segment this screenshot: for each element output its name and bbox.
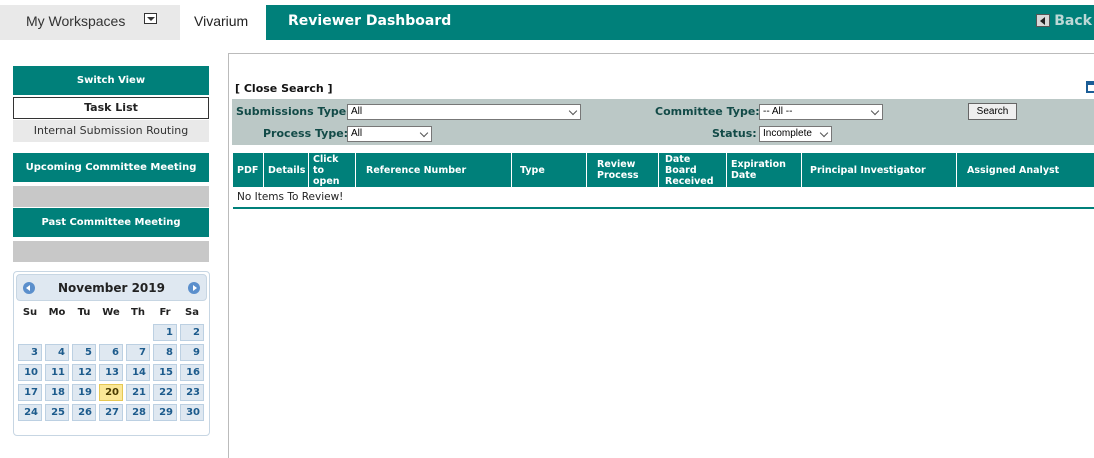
top-bar: My Workspaces Vivarium Reviewer Dashboar…	[0, 0, 1094, 40]
calendar-day[interactable]: 10	[18, 364, 42, 381]
calendar-blank	[45, 324, 69, 341]
calendar-day[interactable]: 24	[18, 404, 42, 421]
dropdown-arrow-icon[interactable]	[144, 13, 157, 24]
past-meeting-content	[13, 241, 209, 262]
calendar-day[interactable]: 12	[72, 364, 96, 381]
calendar-day[interactable]: 21	[126, 384, 150, 401]
back-label: Back	[1054, 13, 1092, 29]
calendar-grid: Su Mo Tu We Th Fr Sa 1 2 3 4 5 6 7 8 9 10 11 12 13 14 15 16 17 1…	[16, 305, 207, 421]
calendar-day[interactable]: 30	[180, 404, 204, 421]
weekday-label: Th	[131, 307, 145, 318]
calendar-day[interactable]: 2	[180, 324, 204, 341]
calendar-day[interactable]: 14	[126, 364, 150, 381]
back-arrow-icon	[1036, 14, 1051, 27]
calendar-day[interactable]: 11	[45, 364, 69, 381]
search-button[interactable]: Search	[968, 103, 1017, 120]
calendar-day[interactable]: 15	[153, 364, 177, 381]
calendar-blank	[99, 324, 123, 341]
calendar-header: November 2019	[16, 274, 207, 301]
search-panel: Submissions Type: All Process Type: All …	[232, 99, 1094, 145]
col-reference-number[interactable]: Reference Number	[356, 153, 512, 187]
chevron-down-icon	[870, 106, 880, 116]
calendar: November 2019 Su Mo Tu We Th Fr Sa 1 2 3 4 5 6 7 8 9 10 1…	[13, 271, 210, 436]
upcoming-meeting-content	[13, 186, 209, 207]
calendar-day[interactable]: 22	[153, 384, 177, 401]
calendar-day[interactable]: 6	[99, 344, 123, 361]
my-workspaces-tab[interactable]: My Workspaces	[0, 5, 180, 40]
status-select[interactable]: Incomplete	[759, 126, 832, 142]
calendar-day-today[interactable]: 20	[99, 384, 123, 401]
col-principal-investigator[interactable]: Principal Investigator	[802, 153, 957, 187]
status-value: Incomplete	[763, 128, 812, 139]
calendar-day[interactable]: 9	[180, 344, 204, 361]
results-table: PDF Details Click to open Reference Numb…	[233, 153, 1094, 209]
submissions-type-label: Submissions Type:	[236, 105, 351, 118]
chevron-down-icon	[819, 128, 829, 138]
window-icon[interactable]	[1086, 81, 1094, 93]
process-type-label: Process Type:	[263, 127, 349, 140]
col-details[interactable]: Details	[264, 153, 309, 187]
calendar-day[interactable]: 28	[126, 404, 150, 421]
committee-type-label: Committee Type:	[655, 105, 760, 118]
calendar-day[interactable]: 1	[153, 324, 177, 341]
calendar-day[interactable]: 18	[45, 384, 69, 401]
calendar-day[interactable]: 7	[126, 344, 150, 361]
status-label: Status:	[712, 127, 757, 140]
calendar-day[interactable]: 26	[72, 404, 96, 421]
table-header: PDF Details Click to open Reference Numb…	[233, 153, 1094, 187]
weekday-label: Tu	[77, 307, 91, 318]
vivarium-tab[interactable]: Vivarium	[180, 5, 266, 40]
calendar-day[interactable]: 8	[153, 344, 177, 361]
submissions-type-select[interactable]: All	[347, 104, 581, 120]
back-button[interactable]: Back	[1036, 13, 1092, 29]
content-left-divider	[228, 53, 229, 458]
calendar-day[interactable]: 5	[72, 344, 96, 361]
submissions-type-value: All	[351, 106, 363, 117]
calendar-blank	[18, 324, 42, 341]
task-list-link[interactable]: Task List	[13, 97, 209, 119]
close-search-link[interactable]: [ Close Search ]	[235, 82, 333, 95]
calendar-day[interactable]: 4	[45, 344, 69, 361]
process-type-value: All	[351, 128, 363, 139]
col-review-process[interactable]: Review Process	[587, 153, 659, 187]
calendar-blank	[72, 324, 96, 341]
calendar-day[interactable]: 17	[18, 384, 42, 401]
my-workspaces-label: My Workspaces	[26, 13, 126, 29]
next-month-icon[interactable]	[188, 282, 200, 294]
empty-message: No Items To Review!	[233, 187, 1094, 207]
calendar-day[interactable]: 29	[153, 404, 177, 421]
col-pdf[interactable]: PDF	[233, 153, 264, 187]
col-click-to-open[interactable]: Click to open	[309, 153, 356, 187]
calendar-blank	[126, 324, 150, 341]
committee-type-select[interactable]: -- All --	[759, 104, 883, 120]
calendar-day[interactable]: 16	[180, 364, 204, 381]
chevron-down-icon	[419, 128, 429, 138]
calendar-day[interactable]: 19	[72, 384, 96, 401]
internal-routing-link[interactable]: Internal Submission Routing	[13, 120, 209, 142]
calendar-day[interactable]: 23	[180, 384, 204, 401]
weekday-label: Sa	[185, 307, 199, 318]
chevron-down-icon	[568, 106, 578, 116]
committee-type-value: -- All --	[763, 106, 793, 117]
weekday-label: We	[102, 307, 120, 318]
weekday-label: Fr	[159, 307, 171, 318]
col-expiration-date[interactable]: Expiration Date	[727, 153, 802, 187]
page-title: Reviewer Dashboard	[288, 13, 452, 29]
content-top-divider	[228, 53, 1094, 54]
col-assigned-analyst[interactable]: Assigned Analyst	[957, 153, 1094, 187]
process-type-select[interactable]: All	[347, 126, 432, 142]
weekday-label: Su	[22, 307, 38, 318]
calendar-day[interactable]: 27	[99, 404, 123, 421]
col-type[interactable]: Type	[512, 153, 587, 187]
past-meeting-header[interactable]: Past Committee Meeting	[13, 208, 209, 237]
switch-view-header[interactable]: Switch View	[13, 66, 209, 95]
weekday-label: Mo	[48, 307, 66, 318]
upcoming-meeting-header[interactable]: Upcoming Committee Meeting	[13, 153, 209, 182]
calendar-day[interactable]: 3	[18, 344, 42, 361]
title-bar: Reviewer Dashboard Back	[266, 5, 1094, 40]
col-date-board-received[interactable]: Date Board Received	[659, 153, 727, 187]
calendar-day[interactable]: 13	[99, 364, 123, 381]
calendar-month-title: November 2019	[58, 281, 165, 295]
calendar-day[interactable]: 25	[45, 404, 69, 421]
